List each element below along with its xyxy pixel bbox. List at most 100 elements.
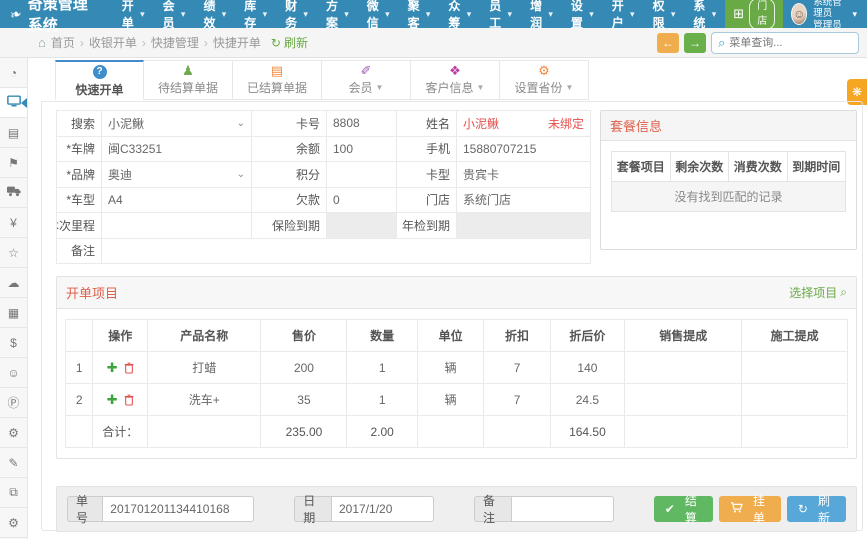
nav-menu-众筹[interactable]: 众筹▾ [439,0,480,28]
tab-待结算单据[interactable]: ♟待结算单据 [144,60,233,100]
items-panel-title: 开单项目 [66,283,118,302]
sidebar-item-13[interactable]: ⚙ [0,418,27,448]
field-label-保险到期: 保险到期 [252,213,327,239]
tab-设置省份[interactable]: ⚙设置省份▼ [500,60,589,100]
sidebar-item-3[interactable]: ▤ [0,118,27,148]
breadcrumb-item[interactable]: 收银开单 [89,36,137,50]
nav-menu-绩效[interactable]: 绩效▾ [194,0,235,28]
yen-icon: ¥ [10,216,17,230]
breadcrumb-item[interactable]: 快捷管理 [151,36,199,50]
field-text: 15880707215 [463,142,536,156]
nav-menu-会员[interactable]: 会员▾ [154,0,195,28]
sidebar-item-7[interactable]: ☆ [0,238,27,268]
tab-label-row: 设置省份▼ [515,79,574,96]
field-label-姓名: 姓名 [397,111,457,137]
nav-menu-聚客[interactable]: 聚客▾ [399,0,440,28]
select-items-link[interactable]: 选择项目 ⌕ [789,284,847,301]
user-menu[interactable]: ☺ 系统管理员 管理员 ▾ [783,0,867,28]
field-value-搜索[interactable]: 小泥鳅⌄ [102,111,252,137]
back-button[interactable]: ← [657,33,679,53]
question-circle-icon: ? [93,63,107,79]
sidebar-item-5[interactable] [0,178,27,208]
avatar: ☺ [791,3,807,25]
breadcrumb-item[interactable]: 快捷开单 [213,36,261,50]
tab-客户信息[interactable]: ❖ 客户信息▼ [411,60,500,100]
delete-item-icon[interactable] [124,362,134,374]
field-value-门店: 系统门店 [457,188,591,214]
sidebar-item-4[interactable]: ⚑ [0,148,27,178]
chevron-down-icon: ▾ [630,9,635,20]
nav-menu-开单[interactable]: 开单▾ [113,0,154,28]
sidebar-item-2[interactable] [0,88,27,118]
footer-buttons: ✔结算挂单↻刷新 [654,496,846,522]
sidebar-item-11[interactable]: ☺ [0,358,27,388]
nav-menu-权限[interactable]: 权限▾ [644,0,685,28]
sidebar-item-1[interactable]: ◔ [0,58,27,88]
store-badge[interactable]: 门店 [749,0,775,30]
sidebar-item-12[interactable]: Ⓟ [0,388,27,418]
add-item-icon[interactable]: ✚ [107,392,118,408]
tab-会员[interactable]: ✐会员▼ [322,60,411,100]
sidebar-item-9[interactable]: ▦ [0,298,27,328]
nav-menu-设置[interactable]: 设置▾ [562,0,603,28]
sidebar-item-8[interactable]: ☁ [0,268,27,298]
nav-menu-开户[interactable]: 开户▾ [603,0,644,28]
store-segment[interactable]: ⊞ 门店 [725,0,783,28]
note-input[interactable] [511,496,614,522]
row-actions: ✚ [93,352,148,384]
field-value-本次里程[interactable] [102,213,252,239]
button-label: 结算 [680,492,702,526]
arrow-left-icon: ← [662,36,674,50]
breadcrumb-refresh[interactable]: ↻ 刷新 [271,34,308,51]
nav-menu-系统[interactable]: 系统▾ [684,0,725,28]
sidebar-item-16[interactable]: ⚙ [0,508,27,538]
nav-menu-财务[interactable]: 财务▾ [276,0,317,28]
row-actions-wrap: ✚ [95,392,145,408]
sidebar-item-6[interactable]: ¥ [0,208,27,238]
挂单-button[interactable]: 挂单 [719,496,781,522]
cell: 7 [484,352,550,384]
field-value-备注[interactable] [102,239,591,265]
navbar-right: ⊞ 门店 ☺ 系统管理员 管理员 ▾ [725,0,867,28]
nav-menu-增润[interactable]: 增润▾ [521,0,562,28]
nav-menu-员工[interactable]: 员工▾ [480,0,521,28]
刷新-button[interactable]: ↻刷新 [787,496,846,522]
add-item-icon[interactable]: ✚ [107,360,118,376]
date-input[interactable] [331,496,434,522]
nav-menu-微信[interactable]: 微信▾ [358,0,399,28]
field-value-车牌[interactable]: 闽C33251 [102,137,252,163]
tags-icon: ❖ [449,64,461,77]
sitemap-icon: ⧉ [9,485,18,500]
items-col-单位: 单位 [417,320,483,352]
home-icon[interactable]: ⌂ [38,35,46,50]
forward-button[interactable]: → [684,33,706,53]
sidebar-item-10[interactable]: $ [0,328,27,358]
tab-label-row: 快速开单 [75,81,123,98]
nav-menu-方案[interactable]: 方案▾ [317,0,358,28]
menu-search-input[interactable] [729,37,852,49]
chevron-down-icon: ▾ [385,9,390,20]
main-menu: 开单▾会员▾绩效▾库存▾财务▾方案▾微信▾聚客▾众筹▾员工▾增润▾设置▾开户▾权… [113,0,725,28]
order-no-input[interactable] [102,496,254,522]
breadcrumb-item[interactable]: 首页 [51,36,75,50]
delete-item-icon[interactable] [124,394,134,406]
row-actions: ✚ [93,384,148,416]
field-text: 闽C33251 [108,140,162,157]
total-cell [625,416,742,448]
sidebar-item-15[interactable]: ⧉ [0,478,27,508]
app-logo[interactable]: ❧ 奇策管理系统 [0,0,113,28]
nav-menu-库存[interactable]: 库存▾ [235,0,276,28]
cell [625,384,742,416]
field-value-车型[interactable]: A4 [102,188,252,214]
sidebar-item-14[interactable]: ✎ [0,448,27,478]
smile-icon: ☺ [7,366,19,380]
tab-已结算单据[interactable]: ▤已结算单据 [233,60,322,100]
field-value-品牌[interactable]: 奥迪⌄ [102,162,252,188]
tab-label-row: 客户信息▼ [426,79,485,96]
tab-快速开单[interactable]: ? 快速开单 [55,60,144,100]
chevron-down-icon: ▾ [508,9,513,20]
pinterest-icon: Ⓟ [7,394,19,411]
field-label-积分: 积分 [252,162,327,188]
结算-button[interactable]: ✔结算 [654,496,713,522]
items-col-数量: 数量 [347,320,417,352]
